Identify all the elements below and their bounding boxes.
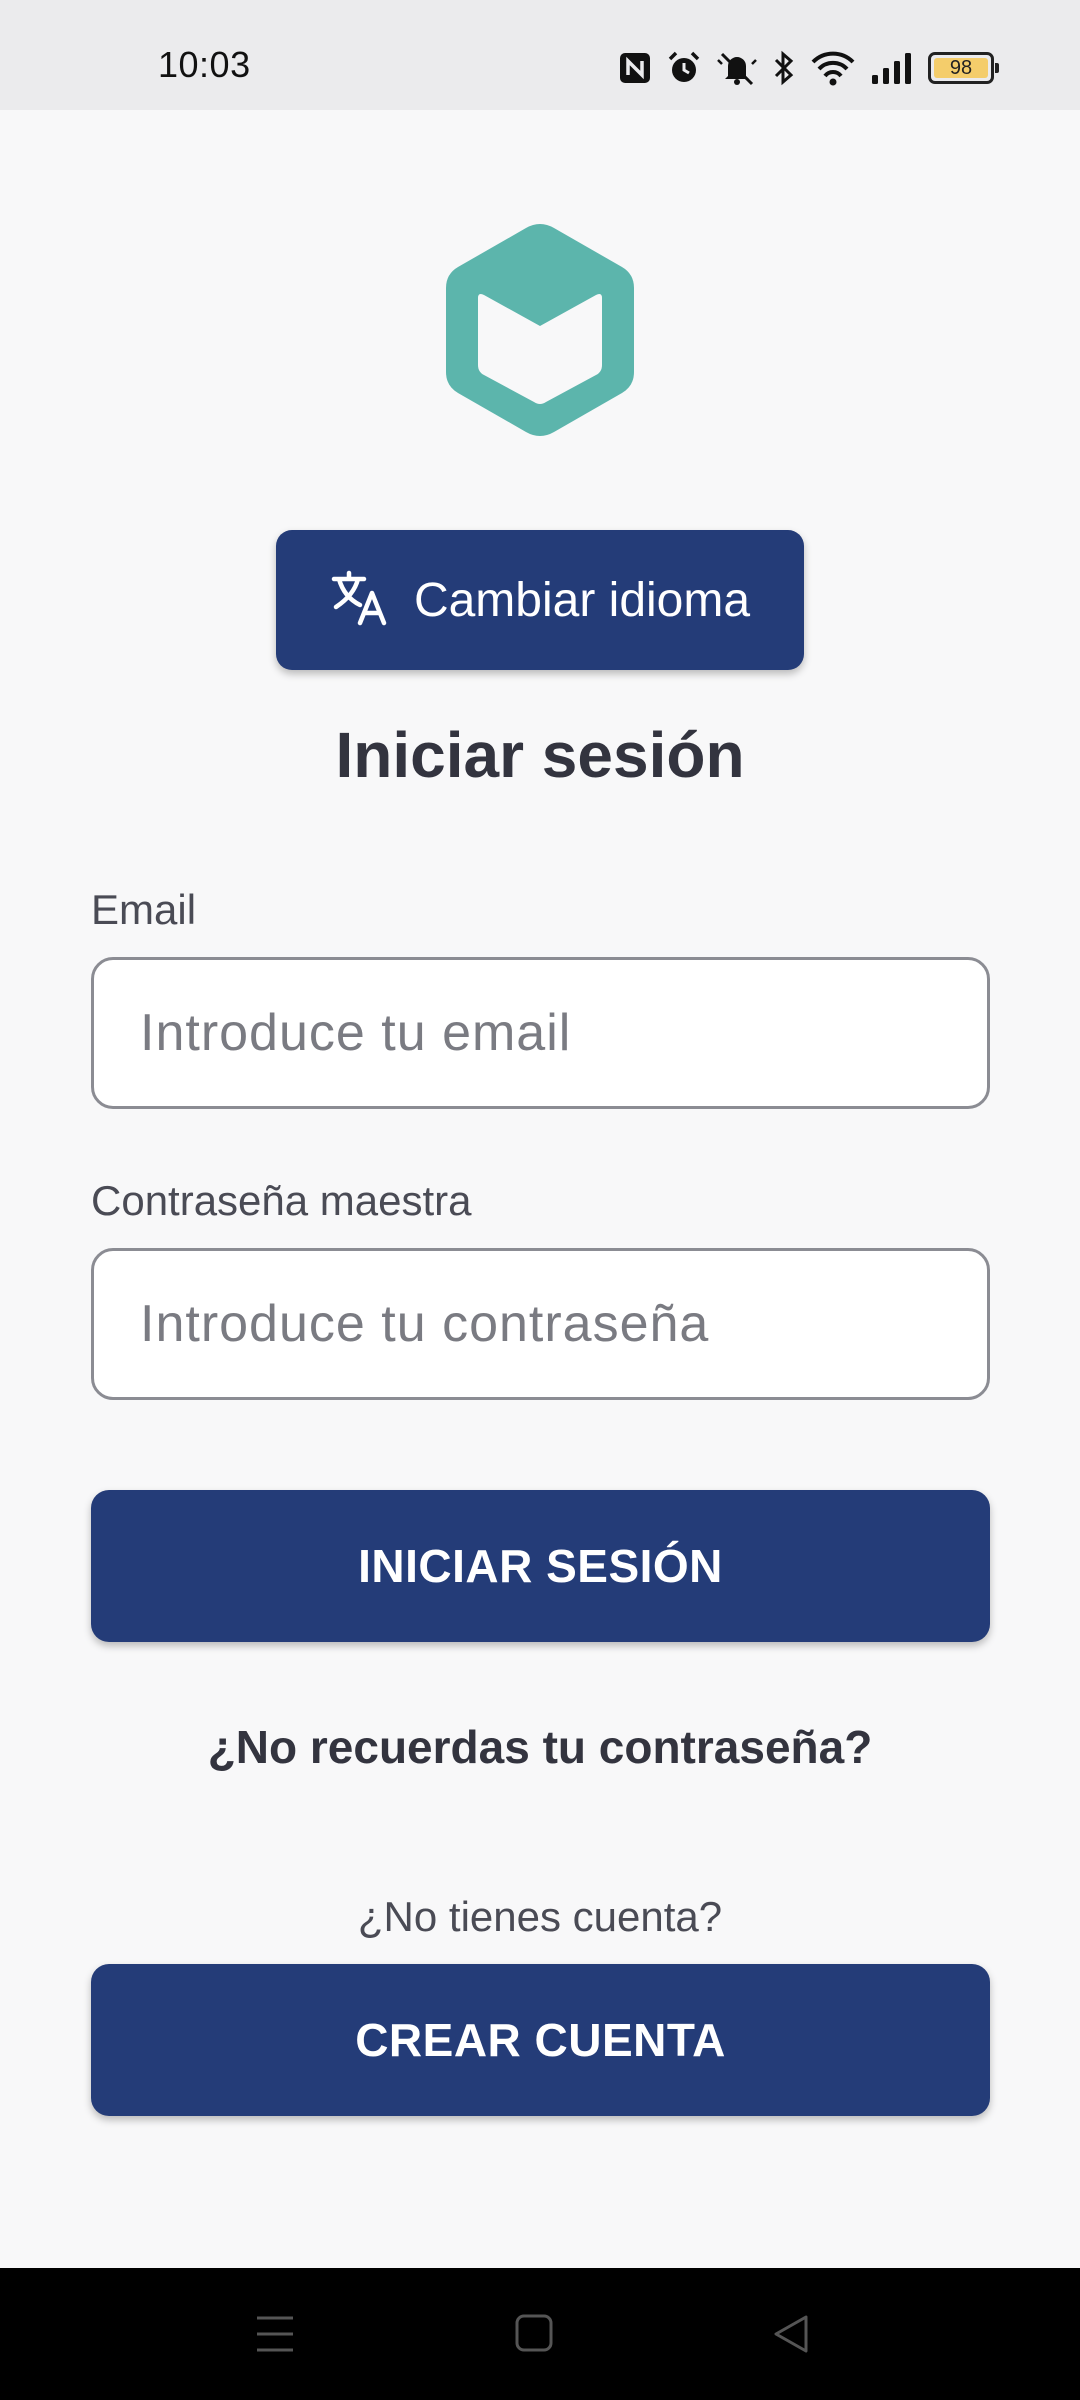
signal-icon (870, 51, 914, 85)
create-account-label: CREAR CUENTA (355, 2014, 726, 2066)
password-field[interactable] (91, 1248, 990, 1400)
status-bar: 10:03 98 (0, 0, 1080, 110)
password-label: Contraseña maestra (91, 1177, 472, 1224)
wifi-icon (810, 50, 856, 86)
email-label: Email (91, 886, 197, 933)
translate-icon (330, 569, 388, 632)
no-account-text: ¿No tienes cuenta? (357, 1893, 723, 1940)
mute-icon (716, 50, 758, 86)
home-icon[interactable] (513, 2312, 557, 2361)
create-account-button[interactable]: CREAR CUENTA (91, 1964, 990, 2116)
login-button[interactable]: INICIAR SESIÓN (91, 1490, 990, 1642)
back-icon[interactable] (770, 2312, 812, 2361)
app-logo (440, 220, 640, 440)
change-language-label: Cambiar idioma (413, 573, 751, 627)
login-screen: 10:03 98 Cambiar idioma Iniciar sesión E… (0, 0, 1080, 2400)
email-field[interactable] (91, 957, 990, 1109)
page-title: Iniciar sesión (335, 719, 745, 791)
status-time: 10:03 (158, 44, 251, 85)
forgot-password-link[interactable]: ¿No recuerdas tu contraseña? (0, 1720, 1080, 1774)
bluetooth-icon (772, 50, 796, 86)
login-button-label: INICIAR SESIÓN (358, 1540, 723, 1592)
battery-icon: 98 (928, 52, 999, 84)
battery-level: 98 (934, 58, 988, 78)
change-language-button[interactable]: Cambiar idioma (276, 530, 804, 670)
nfc-icon (618, 51, 652, 85)
menu-icon[interactable] (254, 2312, 296, 2361)
alarm-icon (666, 50, 702, 86)
status-icons: 98 (618, 46, 999, 90)
navigation-bar (0, 2268, 1080, 2400)
